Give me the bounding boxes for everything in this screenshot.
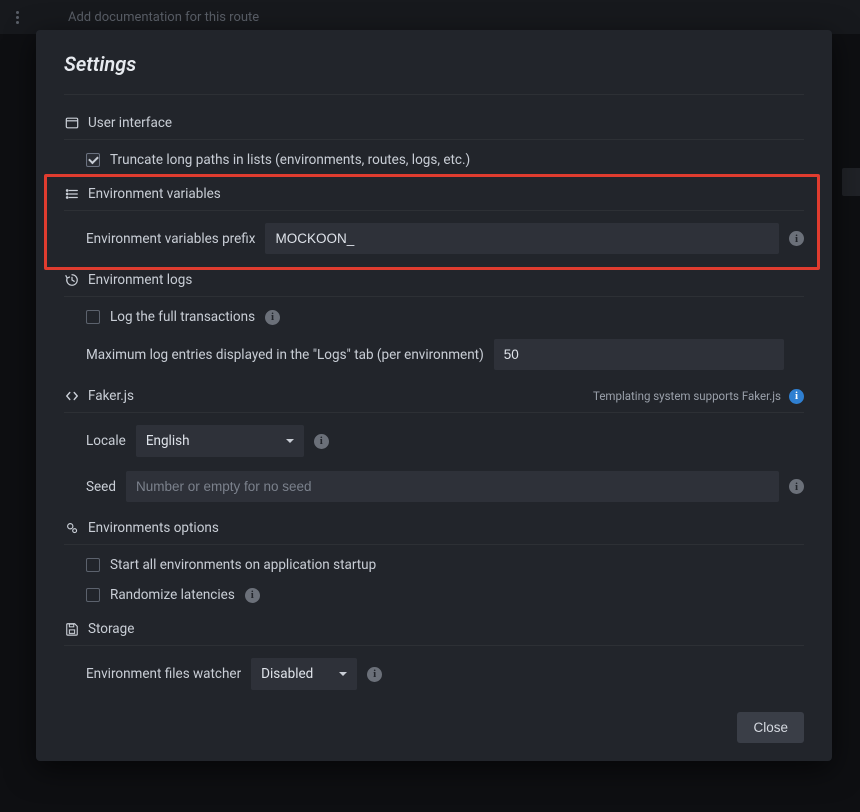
modal-footer: Close <box>64 712 804 743</box>
watcher-select[interactable]: Disabled <box>251 658 357 690</box>
bg-dropdown-stub <box>842 168 860 196</box>
drag-handle-icon <box>16 11 28 24</box>
randomize-checkbox[interactable] <box>86 588 100 602</box>
section-header-faker: Faker.js Templating system supports Fake… <box>64 388 804 413</box>
truncate-checkbox[interactable] <box>86 153 100 167</box>
section-title-storage: Storage <box>88 621 134 637</box>
close-button[interactable]: Close <box>737 712 804 743</box>
max-logs-label: Maximum log entries displayed in the "Lo… <box>86 347 484 363</box>
randomize-row: Randomize latencies i <box>86 587 804 603</box>
section-user-interface: User interface Truncate long paths in li… <box>64 115 804 172</box>
info-icon[interactable]: i <box>245 588 260 603</box>
chevron-down-icon <box>286 439 294 443</box>
background-toolbar: Add documentation for this route <box>0 0 860 34</box>
watcher-row: Environment files watcher Disabled i <box>86 658 804 690</box>
section-env-options: Environments options Start all environme… <box>64 520 804 607</box>
seed-label: Seed <box>86 479 116 495</box>
max-logs-input[interactable] <box>494 339 784 370</box>
gears-icon <box>64 520 80 536</box>
watcher-value: Disabled <box>261 666 313 682</box>
section-title-env-logs: Environment logs <box>88 272 192 288</box>
locale-label: Locale <box>86 433 126 449</box>
list-icon <box>64 186 80 202</box>
start-all-checkbox[interactable] <box>86 558 100 572</box>
watcher-label: Environment files watcher <box>86 666 241 682</box>
log-full-label: Log the full transactions <box>110 309 255 325</box>
section-header-ui: User interface <box>64 115 804 140</box>
info-icon[interactable]: i <box>265 310 280 325</box>
truncate-row: Truncate long paths in lists (environmen… <box>86 152 804 168</box>
section-header-storage: Storage <box>64 621 804 646</box>
chevron-down-icon <box>339 672 347 676</box>
bg-doc-placeholder: Add documentation for this route <box>68 10 259 25</box>
truncate-label: Truncate long paths in lists (environmen… <box>110 152 470 168</box>
section-title-ui: User interface <box>88 115 172 131</box>
env-prefix-row: Environment variables prefix i <box>86 223 804 254</box>
max-logs-row: Maximum log entries displayed in the "Lo… <box>86 339 804 370</box>
seed-row: Seed i <box>86 471 804 502</box>
info-icon[interactable]: i <box>789 389 804 404</box>
info-icon[interactable]: i <box>314 434 329 449</box>
start-all-row: Start all environments on application st… <box>86 557 804 573</box>
locale-select[interactable]: English <box>136 425 304 457</box>
info-icon[interactable]: i <box>367 667 382 682</box>
section-header-env-logs: Environment logs <box>64 272 804 297</box>
save-icon <box>64 621 80 637</box>
faker-hint: Templating system supports Faker.js <box>593 389 781 403</box>
section-title-env-options: Environments options <box>88 520 219 536</box>
locale-value: English <box>146 433 190 449</box>
info-icon[interactable]: i <box>789 479 804 494</box>
settings-modal: Settings User interface Truncate long pa… <box>36 30 832 761</box>
section-title-faker: Faker.js <box>88 388 134 404</box>
locale-row: Locale English i <box>86 425 804 457</box>
info-icon[interactable]: i <box>789 231 804 246</box>
section-header-env-vars: Environment variables <box>64 186 804 211</box>
log-full-checkbox[interactable] <box>86 310 100 324</box>
modal-title: Settings <box>64 52 804 95</box>
section-env-logs: Environment logs Log the full transactio… <box>64 272 804 374</box>
history-icon <box>64 272 80 288</box>
seed-input[interactable] <box>126 471 779 502</box>
env-prefix-input[interactable] <box>265 223 779 254</box>
start-all-label: Start all environments on application st… <box>110 557 376 573</box>
section-faker: Faker.js Templating system supports Fake… <box>64 388 804 506</box>
env-prefix-label: Environment variables prefix <box>86 231 255 247</box>
randomize-label: Randomize latencies <box>110 587 235 603</box>
section-header-env-options: Environments options <box>64 520 804 545</box>
section-storage: Storage Environment files watcher Disabl… <box>64 621 804 694</box>
section-env-vars: Environment variables Environment variab… <box>64 186 804 258</box>
code-icon <box>64 388 80 404</box>
log-full-row: Log the full transactions i <box>86 309 804 325</box>
window-icon <box>64 115 80 131</box>
section-title-env-vars: Environment variables <box>88 186 221 202</box>
